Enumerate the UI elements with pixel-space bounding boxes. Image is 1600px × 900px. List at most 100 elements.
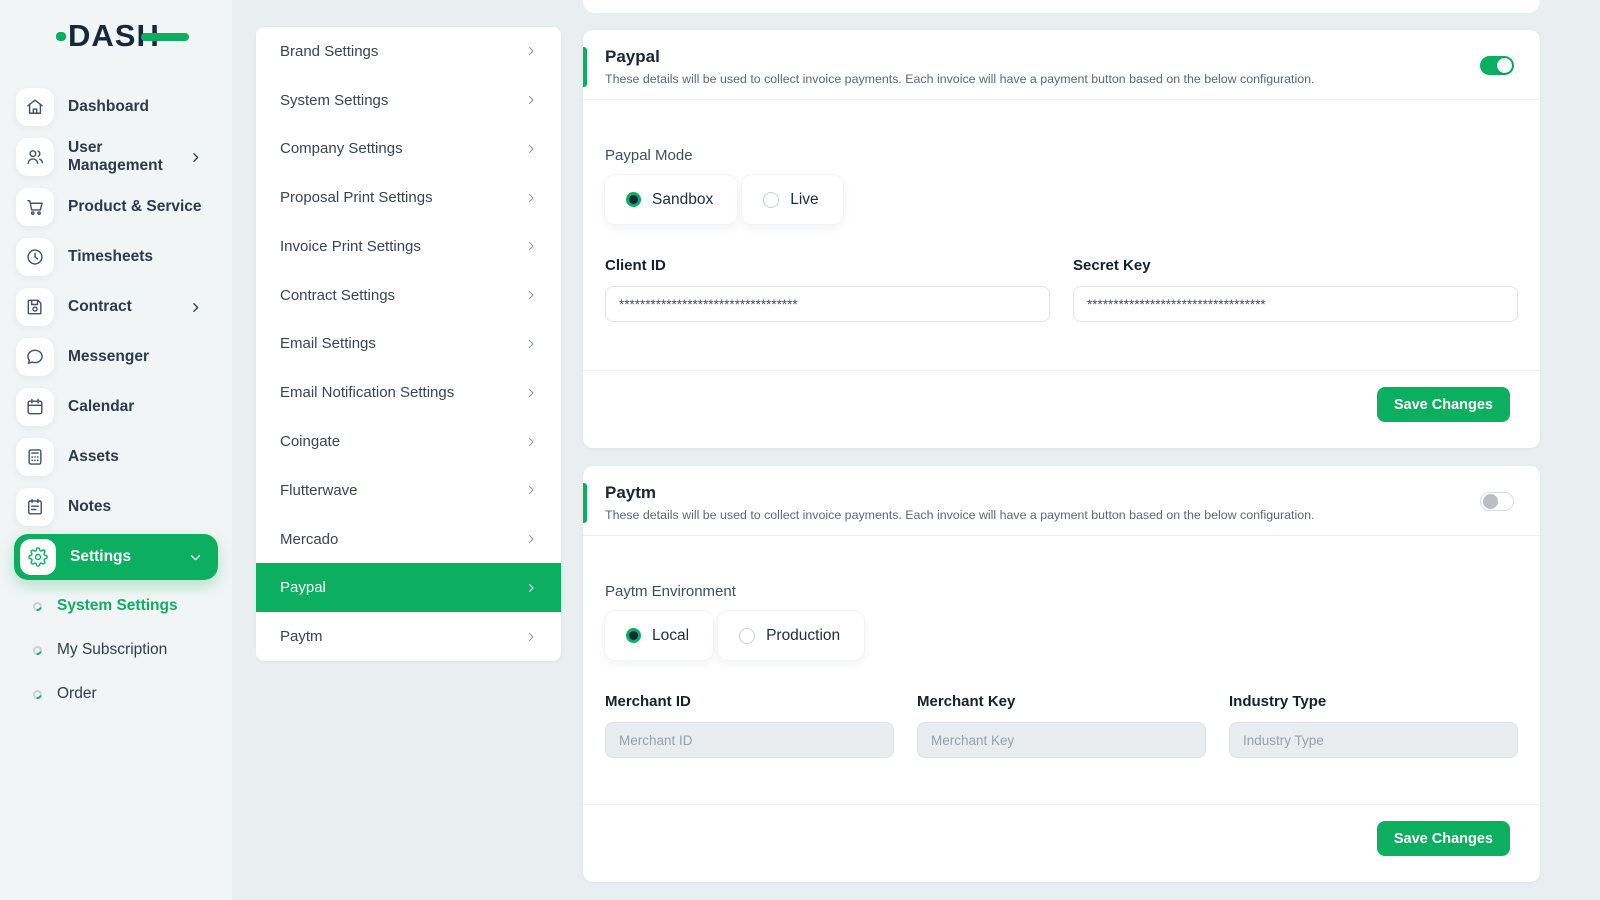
sidebar-item-calendar[interactable]: Calendar — [0, 382, 232, 432]
sidebar-item-user-management[interactable]: User Management — [0, 132, 232, 182]
radio-option-label: Local — [652, 627, 689, 645]
paypal-mode-label: Paypal Mode — [605, 147, 1518, 165]
paytm-settings-card: Paytm These details will be used to coll… — [583, 466, 1540, 882]
bullet-icon — [31, 644, 43, 656]
merchant-key-field-group: Merchant Key — [917, 693, 1206, 758]
paytm-environment-label: Paytm Environment — [605, 583, 1518, 601]
merchant-id-field-group: Merchant ID — [605, 693, 894, 758]
contract-icon — [16, 288, 54, 326]
sidebar-subitem-system-settings[interactable]: System Settings — [0, 584, 232, 628]
toggle-knob — [1497, 58, 1512, 73]
chevron-right-icon — [525, 45, 537, 57]
sidebar-item-label: Contract — [68, 298, 132, 316]
chevron-right-icon — [525, 436, 537, 448]
card-description: These details will be used to collect in… — [605, 508, 1516, 522]
sandbox-option[interactable]: Sandbox — [605, 175, 737, 224]
settings-menu-item-label: Coingate — [280, 433, 340, 450]
sidebar-subitem-my-subscription[interactable]: My Subscription — [0, 628, 232, 672]
calendar-icon — [16, 388, 54, 426]
settings-menu-item-label: Proposal Print Settings — [280, 189, 433, 206]
production-option[interactable]: Production — [718, 611, 864, 660]
settings-menu-item-label: Invoice Print Settings — [280, 238, 421, 255]
radio-selected-icon[interactable] — [626, 192, 641, 207]
settings-menu-item-paytm[interactable]: Paytm — [256, 612, 561, 661]
settings-menu-item-label: Mercado — [280, 531, 338, 548]
sidebar-item-contract[interactable]: Contract — [0, 282, 232, 332]
settings-menu-item-invoice-print-settings[interactable]: Invoice Print Settings — [256, 222, 561, 271]
sidebar-item-label: Notes — [68, 498, 111, 516]
header-accent-bar — [583, 483, 587, 523]
card-description: These details will be used to collect in… — [605, 72, 1516, 86]
radio-unselected-icon[interactable] — [763, 192, 779, 208]
paytm-card-body: Paytm Environment Local Production Merch… — [583, 536, 1540, 758]
merchant-id-input[interactable] — [605, 722, 894, 758]
settings-menu-item-contract-settings[interactable]: Contract Settings — [256, 271, 561, 320]
radio-unselected-icon[interactable] — [739, 628, 755, 644]
paypal-enable-toggle[interactable] — [1480, 56, 1514, 75]
chevron-right-icon — [525, 387, 537, 399]
notes-icon — [16, 488, 54, 526]
sidebar-subitem-label: Order — [57, 685, 97, 703]
sidebar-item-timesheets[interactable]: Timesheets — [0, 232, 232, 282]
client-id-label: Client ID — [605, 257, 1050, 274]
merchant-id-label: Merchant ID — [605, 693, 894, 710]
clock-icon — [16, 238, 54, 276]
merchant-key-input[interactable] — [917, 722, 1206, 758]
sidebar-item-label: Calendar — [68, 398, 134, 416]
secret-key-label: Secret Key — [1073, 257, 1518, 274]
settings-menu-item-label: Flutterwave — [280, 482, 358, 499]
settings-menu-item-label: Email Notification Settings — [280, 384, 454, 401]
settings-menu-item-paypal[interactable]: Paypal — [256, 563, 561, 612]
paytm-enable-toggle[interactable] — [1480, 492, 1514, 511]
industry-type-input[interactable] — [1229, 722, 1518, 758]
live-option[interactable]: Live — [742, 175, 842, 224]
paypal-mode-options: Sandbox Live — [605, 175, 1518, 224]
settings-menu-item-flutterwave[interactable]: Flutterwave — [256, 466, 561, 515]
chevron-right-icon — [525, 582, 537, 594]
sidebar-item-notes[interactable]: Notes — [0, 482, 232, 532]
client-id-input[interactable] — [605, 286, 1050, 322]
secret-key-input[interactable] — [1073, 286, 1518, 322]
industry-type-label: Industry Type — [1229, 693, 1518, 710]
settings-menu-item-email-settings[interactable]: Email Settings — [256, 320, 561, 369]
sidebar-subitem-order[interactable]: Order — [0, 672, 232, 716]
settings-menu-item-label: Email Settings — [280, 335, 376, 352]
settings-menu-item-label: Contract Settings — [280, 287, 395, 304]
previous-card-bottom-edge — [583, 0, 1540, 13]
paypal-settings-card: Paypal These details will be used to col… — [583, 30, 1540, 448]
sidebar-item-label: Timesheets — [68, 248, 153, 266]
sidebar-item-assets[interactable]: Assets — [0, 432, 232, 482]
sidebar-item-dashboard[interactable]: Dashboard — [0, 82, 232, 132]
local-option[interactable]: Local — [605, 611, 713, 660]
radio-option-label: Sandbox — [652, 191, 713, 209]
settings-menu-item-company-settings[interactable]: Company Settings — [256, 125, 561, 174]
settings-menu-item-system-settings[interactable]: System Settings — [256, 76, 561, 125]
brand-logo[interactable]: DASH — [56, 16, 189, 56]
chevron-down-icon — [189, 551, 202, 564]
sidebar-item-messenger[interactable]: Messenger — [0, 332, 232, 382]
settings-menu-item-coingate[interactable]: Coingate — [256, 417, 561, 466]
settings-menu-item-email-notification-settings[interactable]: Email Notification Settings — [256, 368, 561, 417]
calculator-icon — [16, 438, 54, 476]
settings-menu-item-proposal-print-settings[interactable]: Proposal Print Settings — [256, 173, 561, 222]
paytm-save-changes-button[interactable]: Save Changes — [1377, 821, 1510, 856]
paypal-card-footer: Save Changes — [583, 370, 1540, 448]
paytm-fields-row: Merchant ID Merchant Key Industry Type — [605, 693, 1518, 758]
paytm-card-header: Paytm These details will be used to coll… — [583, 466, 1540, 536]
logo-accent-bar — [141, 33, 189, 41]
secret-key-field-group: Secret Key — [1073, 257, 1518, 322]
bullet-icon — [31, 688, 43, 700]
paypal-save-changes-button[interactable]: Save Changes — [1377, 387, 1510, 422]
sidebar-item-product-service[interactable]: Product & Service — [0, 182, 232, 232]
sidebar-item-label: Settings — [70, 548, 131, 566]
sidebar-item-settings[interactable]: Settings — [14, 534, 218, 580]
settings-menu-item-brand-settings[interactable]: Brand Settings — [256, 27, 561, 76]
radio-selected-icon[interactable] — [626, 628, 641, 643]
users-icon — [16, 138, 54, 176]
settings-menu-panel: Brand Settings System Settings Company S… — [256, 27, 561, 661]
sidebar-item-label: Assets — [68, 448, 119, 466]
bullet-icon — [31, 600, 43, 612]
chevron-right-icon — [525, 94, 537, 106]
settings-menu-item-mercado[interactable]: Mercado — [256, 515, 561, 564]
main-content: Paypal These details will be used to col… — [583, 0, 1540, 900]
